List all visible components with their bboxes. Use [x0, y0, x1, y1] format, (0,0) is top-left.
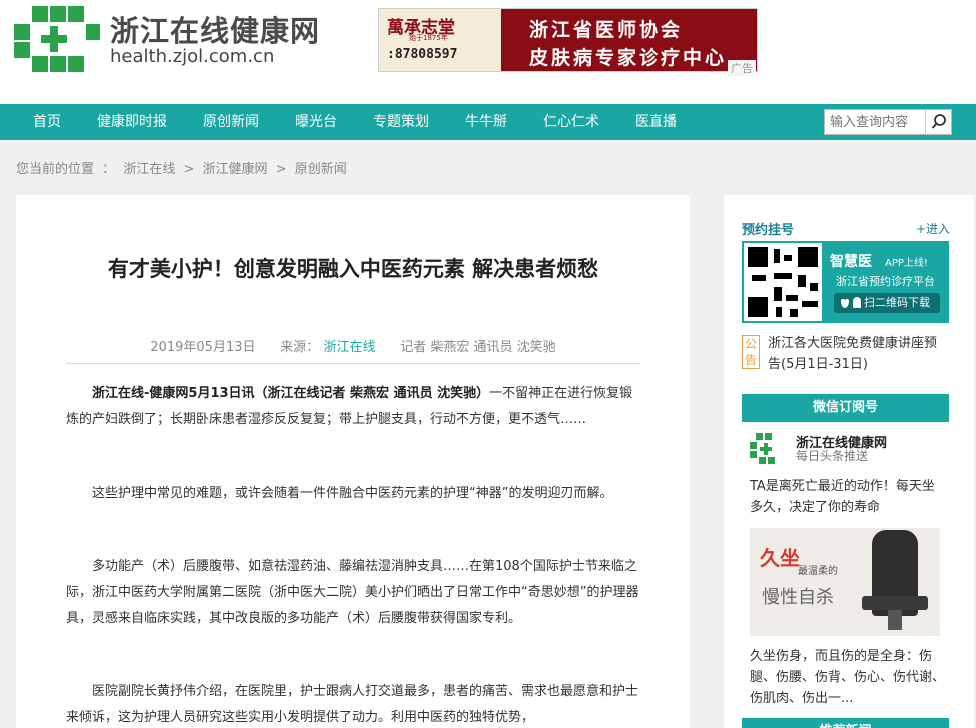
- logo-mark-icon: [14, 6, 100, 72]
- article-title: 有才美小护！创意发明融入中医药元素 解决患者烦愁: [107, 257, 599, 281]
- article-date: 2019年05月13日: [150, 340, 256, 355]
- article-paragraph-4: 医院副院长黄抒伟介绍，在医院里，护士跟病人打交道最多，患者的痛苦、需求也最愿意和…: [66, 684, 639, 725]
- site-header: 浙江在线健康网 health.zjol.com.cn 萬承志堂 始于1875年 …: [0, 0, 976, 104]
- article-source-link[interactable]: 浙江在线: [323, 340, 375, 355]
- article-paragraph-1: 浙江在线-健康网5月13日讯（浙江在线记者 柴燕宏 通讯员 沈笑驰）一不留神正在…: [66, 381, 642, 433]
- breadcrumb-link-zjol[interactable]: 浙江在线: [123, 162, 175, 177]
- breadcrumb: 您当前的位置 ： 浙江在线 > 浙江健康网 > 原创新闻: [16, 158, 351, 177]
- site-url: health.zjol.com.cn: [110, 46, 275, 67]
- sidebar: 预约挂号 +进入 智慧医 APP上线! 浙江省预约诊疗平台 扫二维码下载 公告 …: [724, 195, 974, 728]
- nav-item-niuniu[interactable]: 牛牛掰: [465, 104, 507, 140]
- ad-headline: 浙江省医师协会: [529, 19, 684, 41]
- app-download-banner[interactable]: 智慧医 APP上线! 浙江省预约诊疗平台 扫二维码下载: [742, 241, 949, 323]
- app-tag: APP上线!: [885, 258, 928, 269]
- search-button[interactable]: [925, 110, 951, 134]
- search-input[interactable]: [826, 111, 924, 133]
- ad-subheadline: 皮肤病专家诊疗中心: [529, 47, 728, 69]
- ad-brand-sub: 始于1875年: [409, 34, 448, 42]
- breadcrumb-separator: ：: [102, 162, 116, 177]
- breadcrumb-link-health[interactable]: 浙江健康网: [203, 162, 268, 177]
- notice-link[interactable]: 浙江各大医院免费健康讲座预告(5月1日-31日): [768, 333, 948, 375]
- main-nav: 首页 健康即时报 原创新闻 曝光台 专题策划 牛牛掰 仁心仁术 医直播: [0, 104, 976, 140]
- ad-phone: :87808597: [387, 47, 458, 62]
- story-image-text-2: 最温柔的: [798, 566, 838, 577]
- appointment-title: 预约挂号: [742, 223, 795, 238]
- nav-item-live[interactable]: 医直播: [635, 104, 677, 140]
- appointment-more-link[interactable]: +进入: [916, 220, 950, 237]
- nav-item-renxin[interactable]: 仁心仁术: [543, 104, 599, 140]
- search-box: [824, 109, 952, 135]
- nav-item-home[interactable]: 首页: [33, 104, 61, 140]
- nav-item-instant[interactable]: 健康即时报: [97, 104, 167, 140]
- search-icon: [931, 114, 946, 129]
- app-download-label: 扫二维码下载: [864, 296, 930, 309]
- article-source-label: 来源：: [280, 340, 320, 355]
- site-title: 浙江在线健康网: [110, 14, 321, 48]
- wechat-account-subtitle: 每日头条推送: [796, 449, 869, 463]
- article-panel: 有才美小护！创意发明融入中医药元素 解决患者烦愁 2019年05月13日 来源：…: [16, 195, 690, 728]
- story-image[interactable]: 久坐 最温柔的 慢性自杀: [750, 528, 940, 636]
- story-image-text-1: 久坐: [760, 546, 800, 570]
- recommend-section-header: 推荐新闻: [742, 718, 949, 728]
- article-authors: 记者 柴燕宏 通讯员 沈笑驰: [400, 340, 556, 355]
- nav-item-original[interactable]: 原创新闻: [203, 104, 259, 140]
- wechat-section-header: 微信订阅号: [742, 394, 949, 422]
- app-download-button[interactable]: 扫二维码下载: [834, 293, 940, 313]
- android-icon: [853, 297, 861, 308]
- ad-label: 广告: [728, 60, 756, 76]
- notice-badge: 公告: [742, 335, 760, 369]
- apple-icon: [841, 298, 849, 308]
- breadcrumb-separator: >: [275, 162, 287, 177]
- qr-code-icon: [744, 243, 822, 321]
- wechat-account-logo-icon: [748, 431, 786, 469]
- story-image-text-3: 慢性自杀: [762, 587, 834, 608]
- article-meta: 2019年05月13日 来源： 浙江在线 记者 柴燕宏 通讯员 沈笑驰: [66, 336, 640, 364]
- nav-item-special[interactable]: 专题策划: [373, 104, 429, 140]
- app-name: 智慧医: [830, 254, 872, 270]
- breadcrumb-prefix: 您当前的位置: [16, 162, 95, 177]
- article-paragraph-3: 多功能产（术）后腰腹带、如意祛湿药油、藤编祛湿消肿支具……在第108个国际护士节…: [66, 559, 639, 626]
- story-title-link[interactable]: TA是离死亡最近的动作！每天坐多久，决定了你的寿命: [750, 476, 946, 518]
- nav-item-exposure[interactable]: 曝光台: [295, 104, 337, 140]
- article-lead: 浙江在线-健康网5月13日讯（浙江在线记者 柴燕宏 通讯员 沈笑驰）: [92, 386, 490, 401]
- breadcrumb-separator: >: [183, 162, 195, 177]
- breadcrumb-link-original[interactable]: 原创新闻: [295, 162, 347, 177]
- article-paragraph-2: 这些护理中常见的难题，或许会随着一件件融合中医药元素的护理“神器”的发明迎刃而解…: [92, 486, 613, 501]
- story-description: 久坐伤身，而且伤的是全身：伤腿、伤腰、伤背、伤心、伤代谢、伤肌肉、伤出一...: [750, 649, 946, 706]
- app-subtitle: 浙江省预约诊疗平台: [836, 275, 935, 288]
- ad-banner[interactable]: 萬承志堂 始于1875年 :87808597 浙江省医师协会 皮肤病专家诊疗中心: [378, 8, 758, 72]
- site-logo[interactable]: 浙江在线健康网 health.zjol.com.cn: [14, 6, 334, 72]
